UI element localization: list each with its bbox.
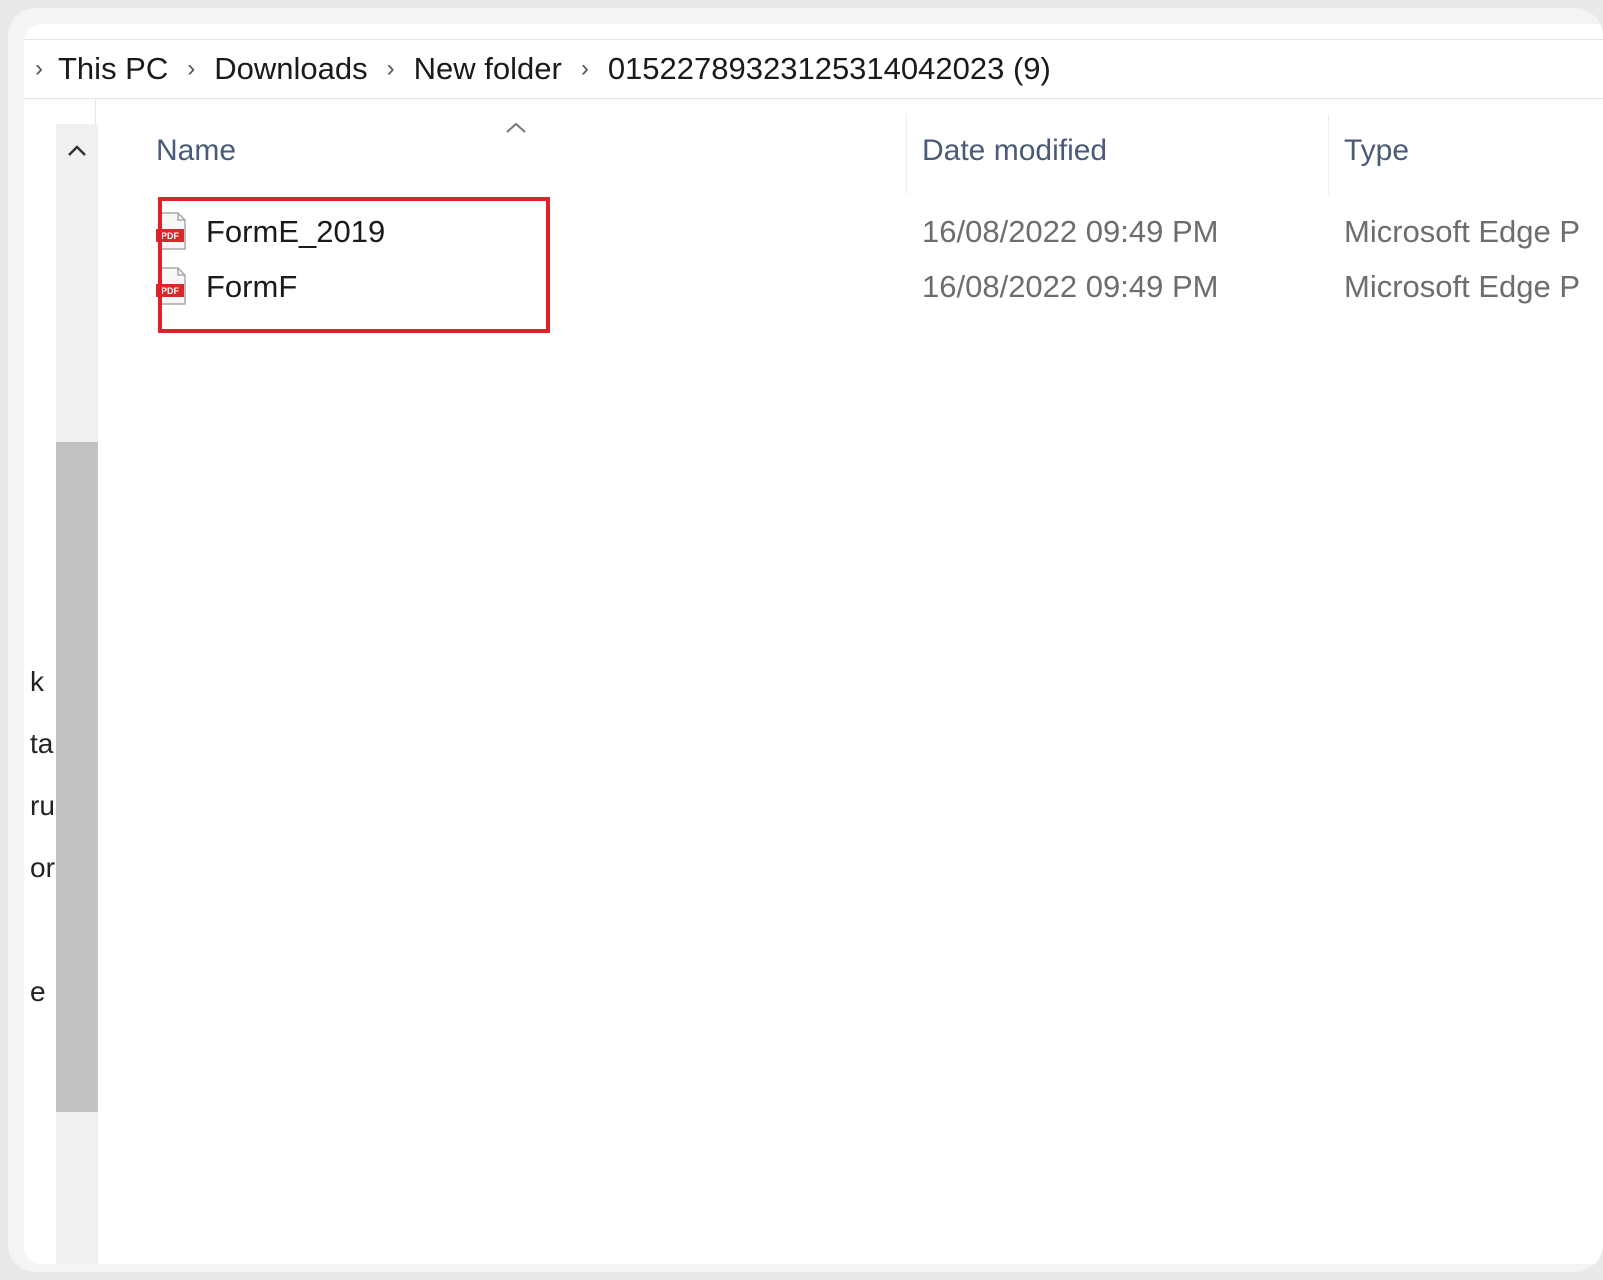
nav-scrollbar[interactable] [56, 124, 98, 1264]
column-header-type[interactable]: Type [1344, 134, 1409, 168]
nav-item-fragment[interactable]: ru [30, 790, 55, 822]
column-divider[interactable] [1328, 114, 1329, 194]
file-type: Microsoft Edge P [1344, 214, 1581, 249]
chevron-right-icon[interactable]: › [172, 55, 210, 83]
nav-item-fragment[interactable]: ta [30, 728, 53, 760]
breadcrumb-this-pc[interactable]: This PC [54, 51, 172, 87]
file-date-modified: 16/08/2022 09:49 PM [922, 269, 1219, 304]
breadcrumb-downloads[interactable]: Downloads [210, 51, 371, 87]
chevron-right-icon[interactable]: › [24, 55, 54, 83]
file-explorer-window: › This PC › Downloads › New folder › 015… [24, 24, 1603, 1264]
chevron-right-icon[interactable]: › [372, 55, 410, 83]
highlight-box [158, 197, 550, 333]
nav-item-fragment[interactable]: or [30, 852, 55, 884]
column-header-date-modified[interactable]: Date modified [922, 134, 1107, 168]
breadcrumb-new-folder[interactable]: New folder [410, 51, 566, 87]
scroll-thumb[interactable] [56, 442, 98, 1112]
column-divider[interactable] [906, 114, 907, 194]
breadcrumb-current-folder[interactable]: 01522789323125314042023 (9) [604, 51, 1055, 87]
file-date-modified: 16/08/2022 09:49 PM [922, 214, 1219, 249]
sort-ascending-icon [504, 110, 528, 141]
nav-item-fragment[interactable]: e [30, 976, 46, 1008]
breadcrumb[interactable]: › This PC › Downloads › New folder › 015… [24, 39, 1603, 99]
chevron-right-icon[interactable]: › [566, 55, 604, 83]
column-header-row: Name Date modified Type [120, 106, 1603, 196]
screenshot-frame: › This PC › Downloads › New folder › 015… [8, 8, 1603, 1272]
nav-item-fragment[interactable]: k [30, 666, 44, 698]
scroll-up-icon[interactable] [56, 124, 98, 176]
column-header-name[interactable]: Name [156, 134, 236, 168]
file-type: Microsoft Edge P [1344, 269, 1581, 304]
